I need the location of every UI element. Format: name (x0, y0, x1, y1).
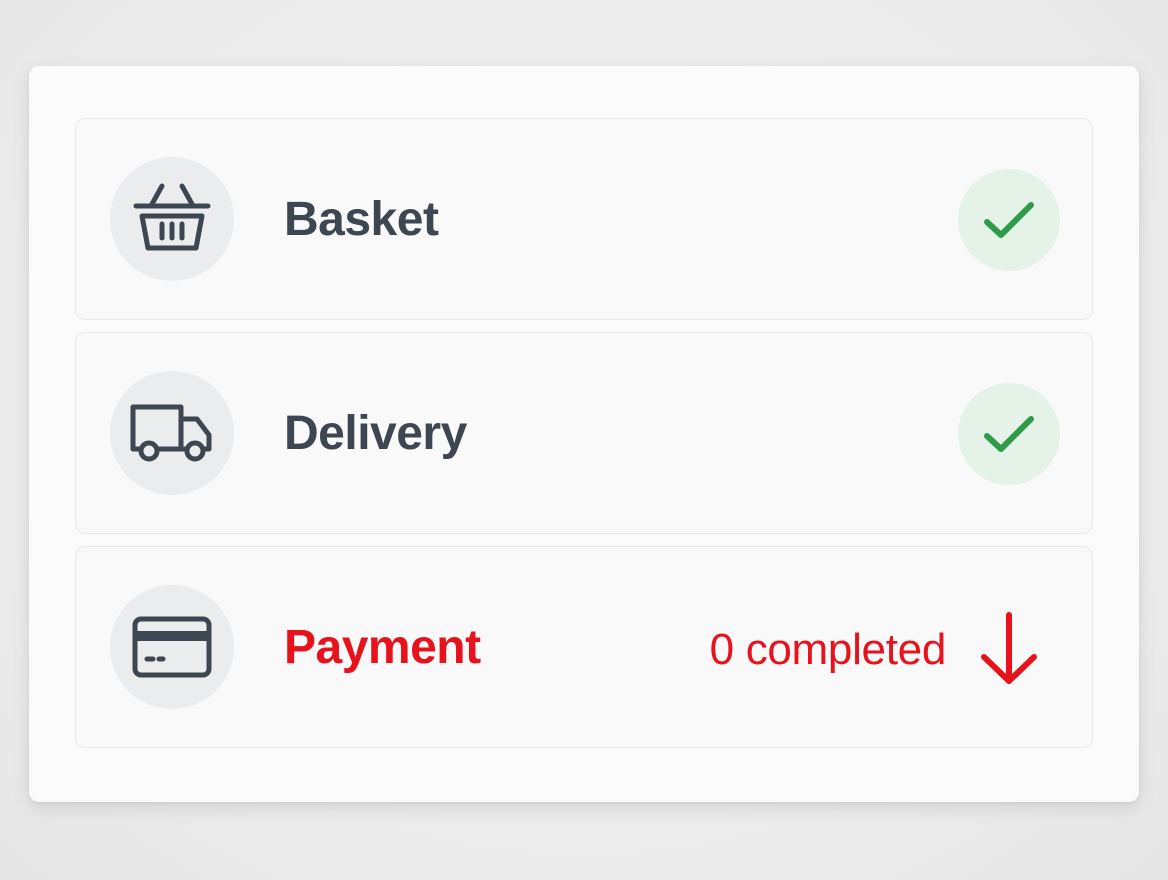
step-delivery[interactable]: Delivery (75, 332, 1093, 534)
basket-icon (133, 183, 211, 251)
arrow-down-icon[interactable] (976, 609, 1042, 689)
step-payment[interactable]: Payment 0 completed (75, 546, 1093, 748)
completed-badge (958, 383, 1060, 485)
checkout-steps-panel: Basket Delivery Payment 0 completed (29, 66, 1139, 802)
step-label-basket: Basket (284, 193, 439, 246)
truck-icon (130, 404, 212, 462)
check-icon (984, 416, 1034, 452)
completed-badge (958, 169, 1060, 271)
step-label-payment: Payment (284, 621, 481, 674)
step-basket[interactable]: Basket (75, 118, 1093, 320)
credit-card-icon-badge (110, 585, 234, 709)
credit-card-icon (132, 616, 212, 678)
check-icon (984, 202, 1034, 238)
basket-icon-badge (110, 157, 234, 281)
step-label-delivery: Delivery (284, 407, 467, 460)
payment-status-text: 0 completed (709, 625, 947, 674)
truck-icon-badge (110, 371, 234, 495)
